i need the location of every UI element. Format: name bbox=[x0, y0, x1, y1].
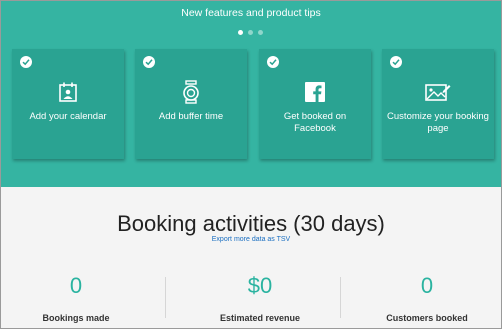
stat-divider bbox=[340, 277, 341, 318]
section-title: Booking activities (30 days) bbox=[117, 211, 385, 236]
pager-dot-2[interactable] bbox=[248, 30, 253, 35]
facebook-icon bbox=[259, 80, 371, 104]
calendar-person-icon bbox=[12, 80, 124, 104]
stat-value: 0 bbox=[69, 273, 83, 298]
pager-dot-3[interactable] bbox=[258, 30, 263, 35]
pager-dot-1[interactable] bbox=[238, 30, 243, 35]
stat-label: Bookings made bbox=[42, 313, 110, 323]
banner-title: New features and product tips bbox=[181, 7, 321, 19]
image-edit-icon bbox=[382, 80, 494, 104]
export-tsv-link[interactable]: Export more data as TSV bbox=[1, 236, 501, 243]
stat-estimated-revenue: $0 Estimated revenue bbox=[185, 273, 335, 323]
stat-bookings-made: 0 Bookings made bbox=[1, 273, 151, 323]
checkmark-icon bbox=[267, 56, 279, 68]
card-buffer-time[interactable]: Add buffer time bbox=[135, 49, 247, 159]
card-label: Add buffer time bbox=[158, 111, 224, 122]
stat-label: Estimated revenue bbox=[219, 313, 301, 323]
stat-label: Customers booked bbox=[386, 313, 468, 323]
checkmark-icon bbox=[143, 56, 155, 68]
app-frame: New features and product tips Add your c… bbox=[0, 0, 502, 329]
stat-value: 0 bbox=[420, 273, 434, 298]
timer-icon bbox=[135, 80, 247, 104]
card-facebook[interactable]: Get booked on Facebook bbox=[259, 49, 371, 159]
booking-activities-section: Booking activities (30 days) Export more… bbox=[1, 187, 501, 328]
card-label: Customize your booking page bbox=[387, 111, 489, 134]
stat-divider bbox=[165, 277, 166, 318]
checkmark-icon bbox=[20, 56, 32, 68]
checkmark-icon bbox=[390, 56, 402, 68]
stat-value: $0 bbox=[247, 273, 273, 298]
stat-customers-booked: 0 Customers booked bbox=[352, 273, 501, 323]
card-label: Get booked on Facebook bbox=[283, 111, 347, 134]
card-customize-page[interactable]: Customize your booking page bbox=[382, 49, 494, 159]
card-label: Add your calendar bbox=[29, 111, 107, 122]
tips-banner: New features and product tips Add your c… bbox=[1, 1, 501, 187]
card-add-calendar[interactable]: Add your calendar bbox=[12, 49, 124, 159]
carousel-pager bbox=[238, 30, 263, 35]
